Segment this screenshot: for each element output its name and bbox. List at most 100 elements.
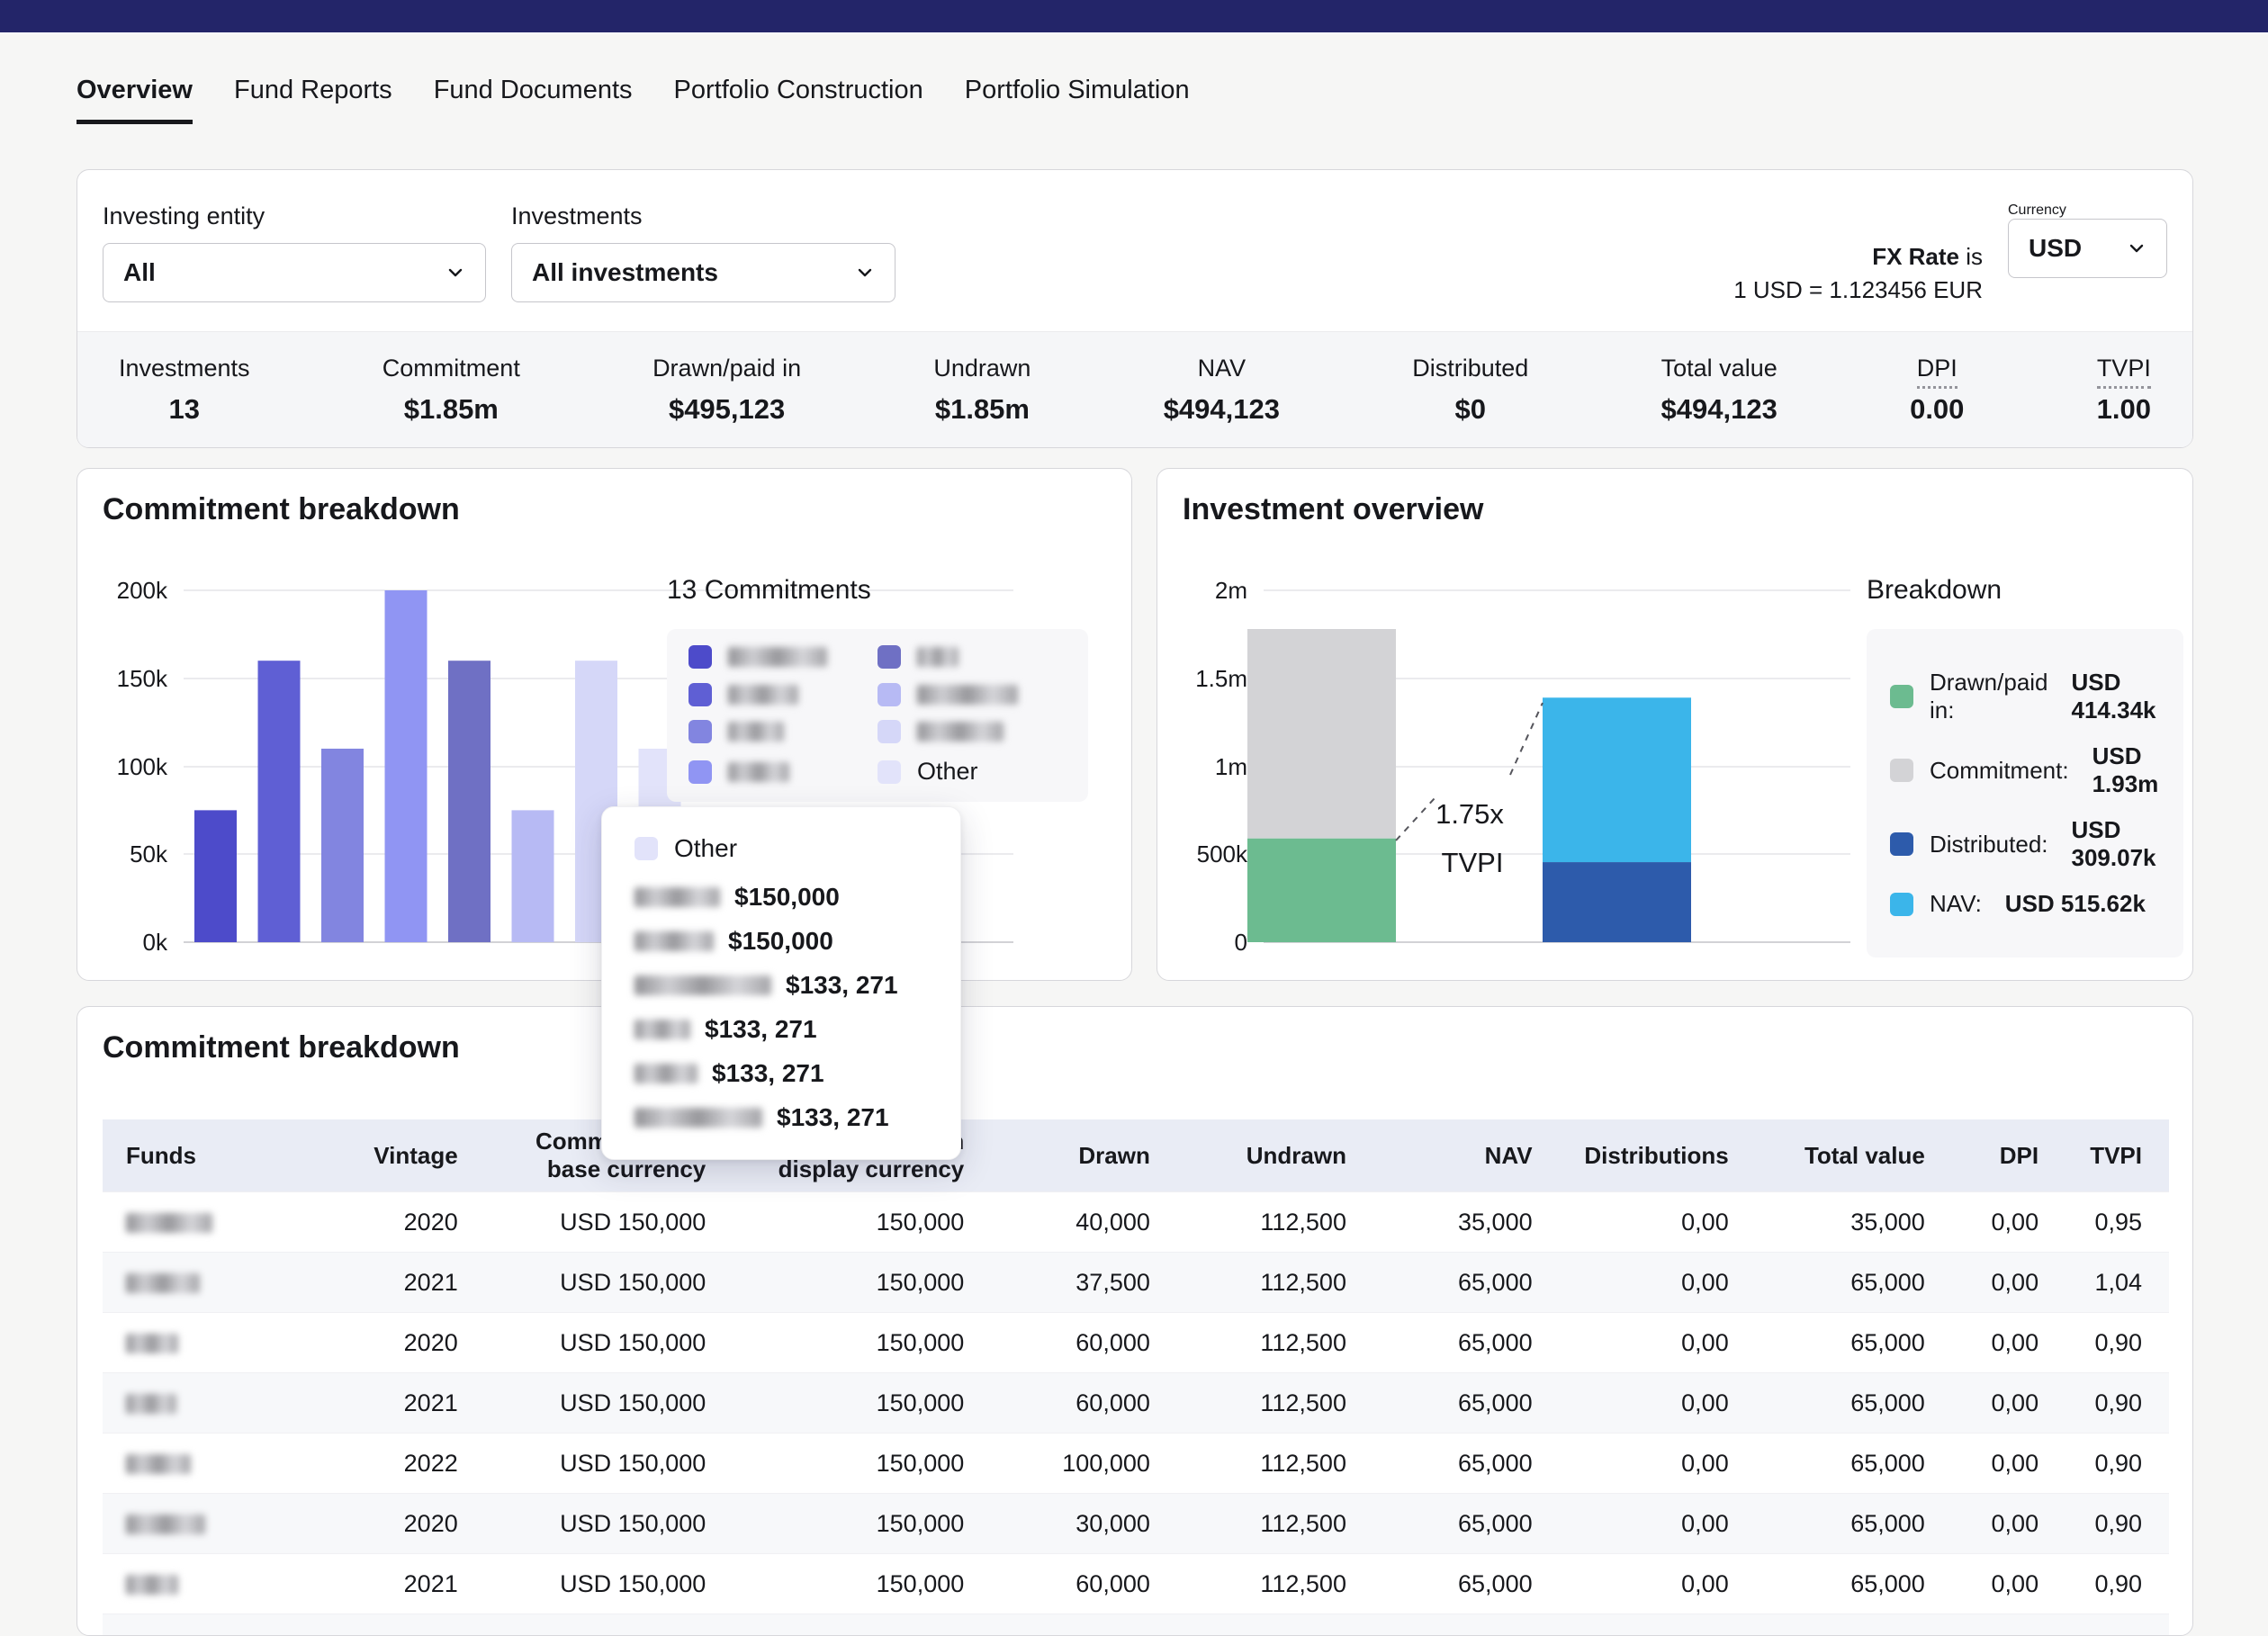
table-row: 2021USD 150,000150,00060,000112,50065,00…	[103, 1373, 2169, 1434]
currency-select[interactable]: USD	[2008, 219, 2167, 278]
cell-vintage: 2020	[330, 1313, 485, 1373]
redacted-fund-name	[634, 887, 720, 907]
legend-value: USD 309.07k	[2072, 816, 2161, 872]
y-axis-tick: 200k	[117, 577, 168, 604]
cell-undrawn: 112,500	[1177, 1434, 1373, 1494]
tab-fund-reports[interactable]: Fund Reports	[234, 76, 392, 124]
cell-drawn: 40,000	[991, 1192, 1177, 1253]
redacted-fund-name	[634, 931, 714, 951]
stat-label[interactable]: DPI	[1910, 355, 1964, 382]
stat-label[interactable]: TVPI	[2097, 355, 2151, 382]
investments-select[interactable]: All investments	[511, 243, 896, 302]
tooltip-row: $133, 271	[634, 1015, 928, 1044]
segment-commitment[interactable]	[1247, 629, 1396, 839]
legend-swatch	[1890, 685, 1913, 708]
table-header-row: FundsVintageCommitment in base currencyC…	[103, 1119, 2169, 1192]
redacted-fund-name	[728, 647, 827, 667]
cell-commitment-display: 150,000	[733, 1253, 991, 1313]
tooltip-row: $150,000	[634, 927, 928, 956]
commitment-bar-4[interactable]	[385, 590, 428, 942]
stat-value: $494,123	[1164, 393, 1280, 426]
redacted-fund-name	[728, 762, 789, 782]
tab-portfolio-simulation[interactable]: Portfolio Simulation	[965, 76, 1190, 124]
cell-distributions: 0,00	[1560, 1192, 1756, 1253]
redacted-fund-name	[126, 1575, 178, 1595]
commitment-bar-3[interactable]	[321, 749, 364, 942]
cell-tvpi: 0,90	[2066, 1554, 2169, 1614]
cell-fund	[103, 1494, 330, 1554]
stat-value: $495,123	[652, 393, 801, 426]
cell-fund	[103, 1434, 330, 1494]
legend-swatch	[688, 760, 712, 784]
fx-rate-value: 1 USD = 1.123456 EUR	[1733, 274, 1983, 307]
cell-commitment-display: 150,000	[733, 1373, 991, 1434]
filter-summary-card: Investing entity All Investments All inv…	[76, 169, 2193, 448]
commitment-bar-5[interactable]	[448, 661, 490, 942]
tab-overview[interactable]: Overview	[76, 76, 193, 124]
table-row: 2022USD 150,000150,000100,000112,50065,0…	[103, 1434, 2169, 1494]
cell-undrawn: 112,500	[1177, 1373, 1373, 1434]
segment-drawn-paid-in[interactable]	[1247, 839, 1396, 942]
tooltip-value: $133, 271	[777, 1103, 889, 1132]
cell-commitment-display: 150,000	[733, 1313, 991, 1373]
stat-nav: NAV$494,123	[1164, 355, 1280, 426]
y-axis-tick: 50k	[130, 840, 168, 867]
legend-swatch	[1890, 893, 1913, 916]
tooltip-row: $133, 271	[634, 1059, 928, 1088]
tab-fund-documents[interactable]: Fund Documents	[434, 76, 633, 124]
commitment-bar-6[interactable]	[512, 810, 554, 942]
cell-nav: 65,000	[1373, 1313, 1560, 1373]
stat-tvpi: TVPI 1.00	[2097, 355, 2151, 426]
breakdown-legend-item: Commitment:USD 1.93m	[1890, 742, 2160, 798]
table-row: 2020USD 150,000150,00030,000112,50065,00…	[103, 1494, 2169, 1554]
redacted-fund-name	[634, 1064, 698, 1083]
cell-total-value: 65,000	[1756, 1253, 1952, 1313]
stat-value: $494,123	[1661, 393, 1778, 426]
redacted-fund-name	[634, 1108, 762, 1128]
stat-drawn-paid-in: Drawn/paid in$495,123	[652, 355, 801, 426]
cell-undrawn: 112,500	[1177, 1253, 1373, 1313]
stat-distributed: Distributed$0	[1412, 355, 1528, 426]
cell-commitment-base: USD 150,000	[485, 1373, 734, 1434]
segment-distributed[interactable]	[1543, 862, 1691, 942]
stat-value: 1.00	[2097, 393, 2151, 426]
stat-value: 0.00	[1910, 393, 1964, 426]
tooltip-row: $133, 271	[634, 1103, 928, 1132]
cell-fund	[103, 1192, 330, 1253]
investing-entity-group: Investing entity All	[103, 202, 486, 302]
table-row-partial	[103, 1614, 2169, 1636]
cell-dpi: 0,00	[1952, 1253, 2066, 1313]
cell-nav: 35,000	[1373, 1192, 1560, 1253]
commitment-bar-2[interactable]	[258, 661, 301, 942]
cell-distributions: 0,00	[1560, 1253, 1756, 1313]
investment-overview-card: Investment overview 2m1.5m1m500k0 1.75x …	[1156, 468, 2193, 981]
commitment-table-card: Commitment breakdown FundsVintageCommitm…	[76, 1006, 2193, 1636]
cell-commitment-display: 150,000	[733, 1554, 991, 1614]
legend-swatch	[878, 760, 901, 784]
cell-commitment-base: USD 150,000	[485, 1313, 734, 1373]
investing-entity-select[interactable]: All	[103, 243, 486, 302]
redacted-fund-name	[917, 685, 1018, 705]
cell-fund	[103, 1253, 330, 1313]
legend-value: USD 515.62k	[2005, 890, 2146, 918]
breakdown-legend-item: NAV:USD 515.62k	[1890, 890, 2160, 918]
stat-value: $1.85m	[382, 393, 520, 426]
legend-value: USD 1.93m	[2092, 742, 2160, 798]
legend-label-other: Other	[917, 758, 978, 786]
tab-portfolio-construction[interactable]: Portfolio Construction	[674, 76, 923, 124]
y-axis-tick: 2m	[1215, 577, 1247, 604]
investments-group: Investments All investments	[511, 202, 896, 302]
cell-fund	[103, 1373, 330, 1434]
commitment-legend-item	[878, 720, 1066, 743]
tvpi-connector-line	[1510, 703, 1543, 775]
cell-drawn: 100,000	[991, 1434, 1177, 1494]
cell-dpi: 0,00	[1952, 1434, 2066, 1494]
segment-nav[interactable]	[1543, 697, 1691, 862]
table-row: 2020USD 150,000150,00040,000112,50035,00…	[103, 1192, 2169, 1253]
redacted-fund-name	[126, 1213, 212, 1233]
commitment-bar-1[interactable]	[194, 810, 237, 942]
main-nav-tabs: Overview Fund Reports Fund Documents Portfo…	[76, 76, 1190, 124]
legend-swatch	[878, 645, 901, 669]
stat-commitment: Commitment$1.85m	[382, 355, 520, 426]
commitments-legend: Other	[667, 629, 1088, 802]
